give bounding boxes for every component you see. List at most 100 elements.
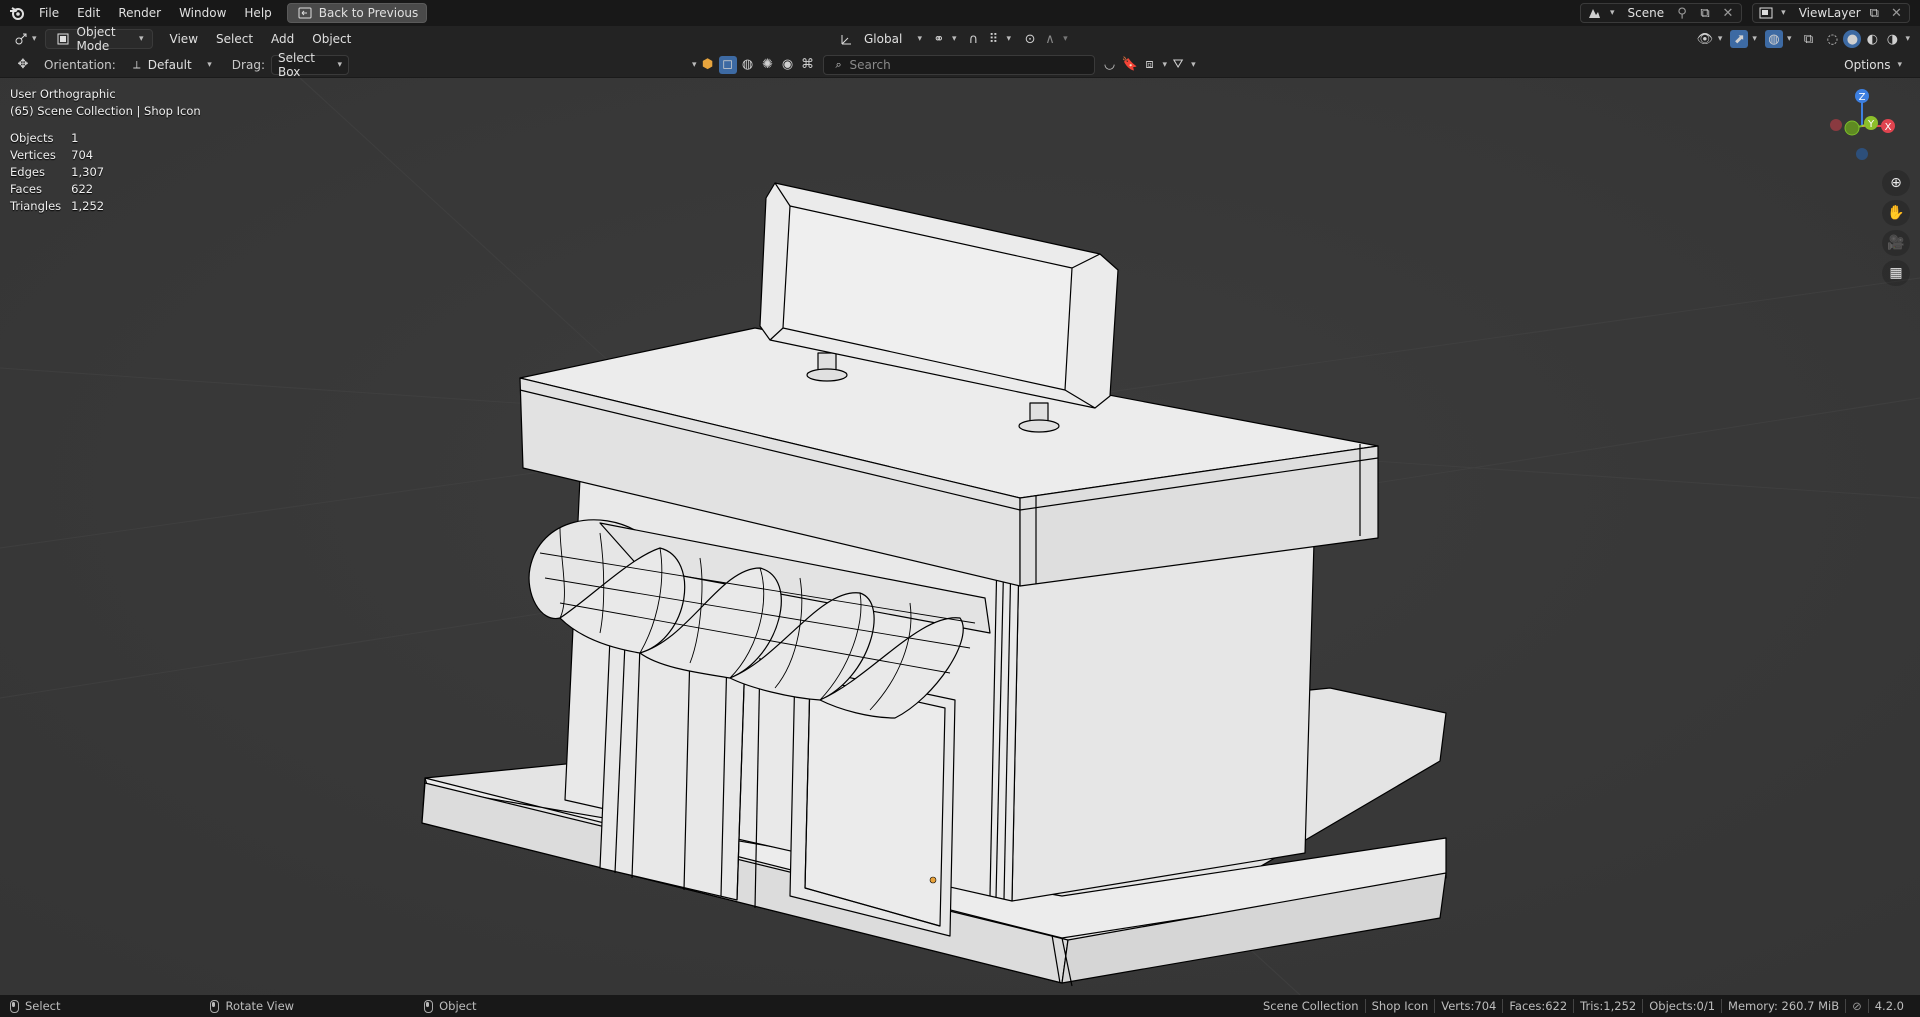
status-objects: Objects:0/1	[1642, 999, 1721, 1013]
world-icon[interactable]: ◉	[779, 56, 797, 74]
stats-table: Objects 1 Vertices 704 Edges 1,307 Faces 622…	[10, 130, 114, 215]
menu-file[interactable]: File	[30, 2, 68, 24]
axis-neg-z-handle[interactable]	[1856, 148, 1868, 160]
falloff-icon[interactable]: ∧	[1041, 30, 1059, 48]
new-view-layer-icon[interactable]: ⧉	[1866, 4, 1883, 22]
zoom-icon[interactable]: ⊕	[1882, 170, 1910, 196]
drag-selector[interactable]: Select Box ▾	[270, 51, 349, 79]
filter-icon[interactable]: ⛛	[1169, 56, 1187, 74]
stat-label: Faces	[10, 182, 42, 196]
stat-label: Vertices	[10, 148, 56, 162]
object-origin-marker	[929, 876, 937, 884]
modifier-icon[interactable]: ⌘	[799, 56, 817, 74]
chevron-down-icon[interactable]: ▾	[692, 60, 697, 70]
ortho-grid-icon[interactable]: ▦	[1882, 260, 1910, 286]
axis-x-handle[interactable]: X	[1881, 119, 1895, 133]
menu-select[interactable]: Select	[207, 28, 262, 50]
chevron-down-icon: ▾	[1781, 8, 1786, 18]
3d-viewport[interactable]: User Orthographic (65) Scene Collection …	[0, 78, 1920, 995]
mode-selector[interactable]: Object Mode ▾	[44, 25, 153, 53]
viewport-info-overlay: User Orthographic (65) Scene Collection …	[10, 86, 201, 215]
collection-line: (65) Scene Collection | Shop Icon	[10, 104, 201, 118]
menu-object[interactable]: Object	[303, 28, 360, 50]
move-tool-icon[interactable]: ✥	[14, 56, 32, 74]
scene-canvas[interactable]	[0, 78, 1920, 995]
axis-z-label: Z	[1859, 92, 1866, 103]
status-rotate-hint: Rotate View	[210, 999, 294, 1013]
snap-increment-icon[interactable]: ⠿	[985, 30, 1003, 48]
status-collection: Scene Collection	[1263, 999, 1359, 1013]
status-object-name: Shop Icon	[1364, 999, 1435, 1013]
chevron-down-icon: ▾	[207, 59, 212, 70]
shading-solid-icon[interactable]: ●	[1843, 30, 1862, 48]
chevron-down-icon: ▾	[1063, 34, 1068, 44]
material-icon[interactable]: ◍	[739, 56, 757, 74]
snap-icon[interactable]: ∩	[965, 30, 983, 48]
menu-window[interactable]: Window	[170, 2, 235, 24]
pin-icon[interactable]: ⚲	[1673, 4, 1691, 22]
back-to-previous-button[interactable]: Back to Previous	[286, 3, 428, 23]
chevron-down-icon: ▾	[1897, 59, 1902, 70]
bookmark-icon[interactable]: 🔖	[1121, 56, 1139, 74]
axis-x-label: X	[1885, 122, 1892, 133]
blender-logo-icon[interactable]	[8, 4, 26, 22]
stat-label: Triangles	[10, 199, 62, 213]
stat-value: 704	[71, 148, 94, 162]
collections-icon[interactable]: ⧈	[1141, 56, 1159, 74]
stat-label: Edges	[10, 165, 45, 179]
stat-value: 1,252	[71, 199, 105, 213]
search-icon: ⌕	[835, 57, 842, 71]
chevron-down-icon: ▾	[1905, 34, 1910, 44]
shading-material-icon[interactable]: ◐	[1863, 30, 1881, 48]
light-icon[interactable]: ✺	[759, 56, 777, 74]
axis-neg-x-handle[interactable]	[1830, 119, 1842, 131]
navigation-gizmo[interactable]: Z X Y	[1824, 86, 1904, 166]
object-mode-icon	[54, 30, 72, 48]
orientation-selector[interactable]: ⟂ Default ▾	[122, 55, 218, 75]
back-to-previous-label: Back to Previous	[318, 6, 419, 20]
search-placeholder: Search	[849, 57, 891, 72]
axis-y-handle[interactable]: Y	[1864, 116, 1878, 130]
menu-help[interactable]: Help	[235, 2, 280, 24]
status-rotate-label: Rotate View	[225, 999, 295, 1013]
pan-hand-icon[interactable]: ✋	[1882, 200, 1910, 226]
status-select-label: Select	[25, 999, 61, 1013]
menu-view[interactable]: View	[161, 28, 207, 50]
proportional-editing-icon[interactable]: ⊙	[1021, 30, 1039, 48]
scene-selector[interactable]: ▾ Scene ⚲ ⧉ ✕	[1580, 3, 1742, 23]
axis-neg-y-handle[interactable]	[1844, 120, 1860, 136]
new-scene-icon[interactable]: ⧉	[1696, 4, 1714, 22]
status-select-hint: Select	[10, 999, 60, 1013]
axis-z-handle[interactable]: Z	[1855, 89, 1869, 103]
stat-value: 1	[71, 131, 79, 145]
menu-add[interactable]: Add	[262, 28, 303, 50]
chevron-down-icon: ▾	[337, 59, 342, 70]
menu-render[interactable]: Render	[109, 2, 170, 24]
view-name: User Orthographic	[10, 87, 116, 101]
stats-row: Vertices 704	[10, 147, 114, 164]
view-layer-name: ViewLayer	[1798, 6, 1861, 20]
object-data-icon[interactable]: ⬢	[699, 56, 717, 74]
shading-wireframe-icon[interactable]: ◌	[1823, 30, 1841, 48]
close-icon[interactable]: ✕	[1888, 4, 1905, 22]
mouse-left-icon	[10, 999, 19, 1013]
transform-orientation-selector[interactable]: Global ▾	[858, 29, 928, 49]
menu-edit[interactable]: Edit	[68, 2, 109, 24]
shading-rendered-icon[interactable]: ◑	[1883, 30, 1901, 48]
select-mode-icon[interactable]: ◻	[718, 55, 737, 74]
overlays-toggle-icon[interactable]: ◍	[1764, 30, 1783, 48]
xray-toggle-icon[interactable]: ⧉	[1799, 30, 1817, 48]
chevron-down-icon: ▾	[1752, 34, 1757, 44]
options-button[interactable]: Options ▾	[1836, 55, 1910, 75]
gizmo-toggle-icon[interactable]: ⬈	[1730, 30, 1749, 48]
stats-row: Objects 1	[10, 130, 114, 147]
editor-type-icon[interactable]	[12, 30, 30, 48]
camera-view-icon[interactable]: 🎥	[1882, 230, 1910, 256]
search-field[interactable]: ⌕ Search	[822, 54, 1095, 75]
chevron-down-icon: ▾	[952, 34, 957, 44]
view-layer-selector[interactable]: ▾ ViewLayer ⧉ ✕	[1752, 3, 1910, 23]
pivot-point-icon[interactable]: ⚭	[930, 30, 948, 48]
close-icon[interactable]: ✕	[1719, 4, 1737, 22]
visibility-eye-icon[interactable]: 👁	[1696, 30, 1714, 48]
filter-arc-icon[interactable]: ◡	[1101, 56, 1119, 74]
